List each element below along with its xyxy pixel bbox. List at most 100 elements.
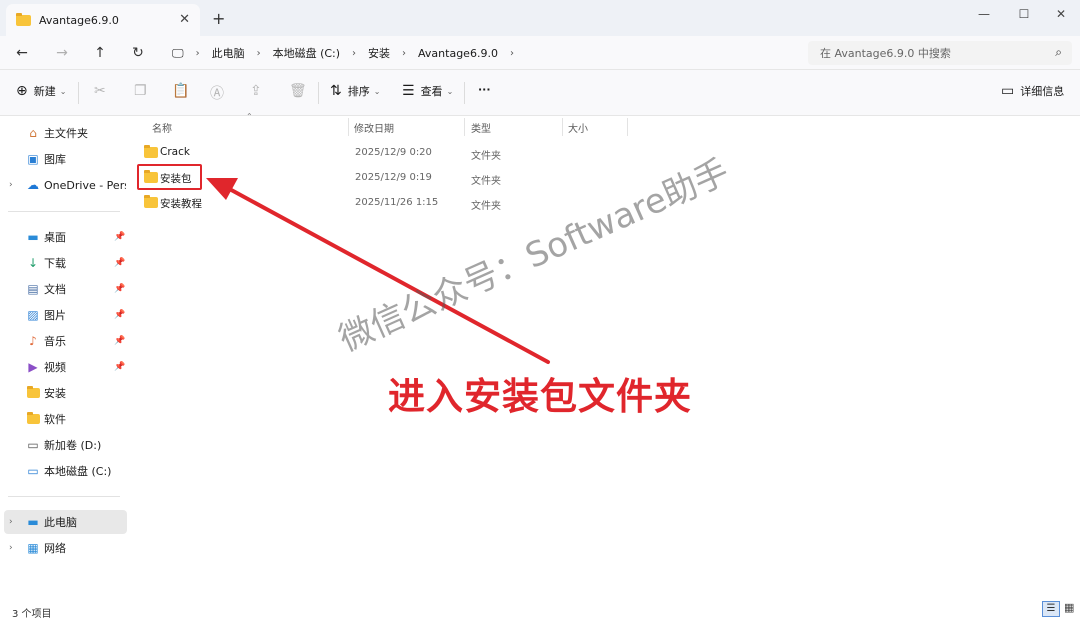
- network-icon: ▦: [27, 541, 39, 555]
- share-button[interactable]: ⇪: [250, 83, 268, 99]
- delete-button[interactable]: 🗑: [289, 83, 313, 99]
- view-button[interactable]: ☰ 查看 ⌄: [402, 83, 453, 99]
- minimize-icon[interactable]: —: [974, 4, 994, 24]
- chevron-right-icon[interactable]: ›: [9, 517, 13, 527]
- sidebar-item-gallery[interactable]: ▣ 图库: [0, 147, 127, 171]
- search-input[interactable]: 在 Avantage6.9.0 中搜索 ⌕: [808, 41, 1072, 65]
- details-button[interactable]: ▭ 详细信息: [1001, 83, 1064, 99]
- chevron-right-icon: ›: [256, 47, 261, 59]
- folder-icon: [26, 412, 40, 426]
- cut-button[interactable]: ✂: [94, 83, 112, 99]
- column-header-modified[interactable]: 修改日期: [354, 116, 394, 138]
- file-type: 文件夹: [471, 201, 501, 212]
- file-type: 文件夹: [471, 176, 501, 187]
- highlight-box: [137, 164, 202, 190]
- paste-button[interactable]: 📋: [172, 83, 195, 99]
- sidebar-item-software[interactable]: 软件: [0, 407, 127, 431]
- sidebar-item-downloads[interactable]: ↓ 下载 📌: [0, 251, 127, 275]
- breadcrumb-this-pc[interactable]: 此电脑: [212, 45, 245, 61]
- breadcrumb: 🖵 › 此电脑 › 本地磁盘 (C:) › 安装 › Avantage6.9.0…: [166, 41, 802, 65]
- picture-icon: ▨: [27, 308, 39, 322]
- details-pane-icon: ▭: [1001, 83, 1015, 99]
- folder-icon: [144, 195, 158, 208]
- tab-avantage[interactable]: Avantage6.9.0 ✕: [6, 4, 200, 36]
- file-type: 文件夹: [471, 151, 501, 162]
- drive-icon: ▭: [27, 438, 39, 452]
- up-arrow-icon[interactable]: ↑: [90, 43, 110, 63]
- chevron-right-icon[interactable]: ›: [9, 543, 13, 553]
- table-row[interactable]: 安装包 2025/12/9 0:19 文件夹: [140, 166, 650, 190]
- sort-label: 排序: [347, 85, 370, 98]
- pin-icon[interactable]: 📌: [114, 336, 125, 346]
- sidebar-item-label: 图库: [44, 153, 66, 166]
- column-header-size[interactable]: 大小: [568, 116, 588, 138]
- sidebar-item-onedrive[interactable]: › ☁ OneDrive - Perso: [0, 173, 127, 197]
- music-icon: ♪: [29, 334, 37, 348]
- close-icon[interactable]: ✕: [179, 12, 190, 27]
- table-row[interactable]: Crack 2025/12/9 0:20 文件夹: [140, 141, 650, 165]
- copy-button[interactable]: ❐: [134, 83, 153, 99]
- pin-icon[interactable]: 📌: [114, 232, 125, 242]
- sidebar-item-install[interactable]: 安装: [0, 381, 127, 405]
- annotation-text: 进入安装包文件夹: [388, 375, 692, 418]
- pin-icon[interactable]: 📌: [114, 284, 125, 294]
- sidebar-item-home[interactable]: ⌂ 主文件夹: [0, 121, 127, 145]
- tiles-view-icon[interactable]: ▦: [1064, 601, 1074, 614]
- sidebar-item-desktop[interactable]: ▬ 桌面 📌: [0, 225, 127, 249]
- sidebar-item-network[interactable]: › ▦ 网络: [0, 536, 127, 560]
- desktop-icon: ▬: [27, 230, 39, 244]
- new-tab-button[interactable]: +: [212, 9, 225, 28]
- chevron-right-icon[interactable]: ›: [9, 180, 13, 190]
- new-button[interactable]: ⊕ 新建 ⌄: [16, 83, 66, 99]
- column-header-name[interactable]: 名称: [152, 116, 172, 138]
- home-icon: ⌂: [29, 126, 37, 140]
- sidebar-item-videos[interactable]: ▶ 视频 📌: [0, 355, 127, 379]
- pin-icon[interactable]: 📌: [114, 310, 125, 320]
- drive-icon: ▭: [27, 464, 39, 478]
- forward-arrow-icon[interactable]: →: [52, 43, 72, 63]
- chevron-right-icon: ›: [402, 47, 407, 59]
- view-label: 查看: [420, 85, 443, 98]
- sidebar-item-drive-d[interactable]: ▭ 新加卷 (D:): [0, 433, 127, 457]
- file-modified: 2025/12/9 0:20: [355, 147, 432, 158]
- column-header-type[interactable]: 类型: [471, 116, 491, 138]
- navigation-pane: ⌂ 主文件夹 ▣ 图库 › ☁ OneDrive - Perso ▬ 桌面 📌 …: [0, 116, 130, 597]
- file-modified: 2025/12/9 0:19: [355, 172, 432, 183]
- maximize-icon[interactable]: ☐: [1014, 4, 1034, 24]
- sort-button[interactable]: ⇅ 排序 ⌄: [330, 83, 380, 99]
- command-bar: ⊕ 新建 ⌄ ✂ ❐ 📋 Ⓐ ⇪ 🗑 ⇅ 排序 ⌄ ☰ 查看 ⌄ ··· ▭ 详…: [0, 70, 1080, 116]
- more-button[interactable]: ···: [478, 83, 491, 96]
- sidebar-item-documents[interactable]: ▤ 文档 📌: [0, 277, 127, 301]
- sidebar-item-pictures[interactable]: ▨ 图片 📌: [0, 303, 127, 327]
- back-arrow-icon[interactable]: ←: [12, 43, 32, 63]
- window-close-icon[interactable]: ✕: [1051, 4, 1071, 24]
- share-icon: ⇪: [250, 83, 262, 99]
- breadcrumb-install[interactable]: 安装: [368, 45, 390, 61]
- trash-icon: 🗑: [289, 83, 307, 99]
- details-view-icon[interactable]: ☰: [1042, 601, 1060, 617]
- breadcrumb-avantage[interactable]: Avantage6.9.0: [418, 47, 498, 60]
- scissors-icon: ✂: [94, 83, 106, 99]
- divider: [78, 82, 79, 104]
- file-name: Crack: [160, 146, 190, 158]
- sidebar-item-music[interactable]: ♪ 音乐 📌: [0, 329, 127, 353]
- folder-icon: [16, 12, 31, 26]
- pin-icon[interactable]: 📌: [114, 258, 125, 268]
- chevron-right-icon: ›: [195, 47, 200, 59]
- breadcrumb-local-disk[interactable]: 本地磁盘 (C:): [273, 45, 340, 61]
- chevron-down-icon: ⌄: [59, 86, 67, 96]
- sidebar-item-label: 软件: [44, 413, 66, 426]
- sidebar-item-drive-c[interactable]: ▭ 本地磁盘 (C:): [0, 459, 127, 483]
- pin-icon[interactable]: 📌: [114, 362, 125, 372]
- copy-icon: ❐: [134, 83, 147, 99]
- chevron-right-icon: ›: [352, 47, 357, 59]
- divider: [464, 82, 465, 104]
- divider: [318, 82, 319, 104]
- tab-title: Avantage6.9.0: [39, 13, 119, 27]
- rename-button[interactable]: Ⓐ: [210, 83, 230, 103]
- monitor-icon: ▬: [27, 515, 39, 529]
- sidebar-item-this-pc[interactable]: › ▬ 此电脑: [4, 510, 127, 534]
- sidebar-item-label: 新加卷 (D:): [44, 439, 102, 452]
- divider: [562, 118, 563, 136]
- refresh-icon[interactable]: ↻: [128, 43, 148, 63]
